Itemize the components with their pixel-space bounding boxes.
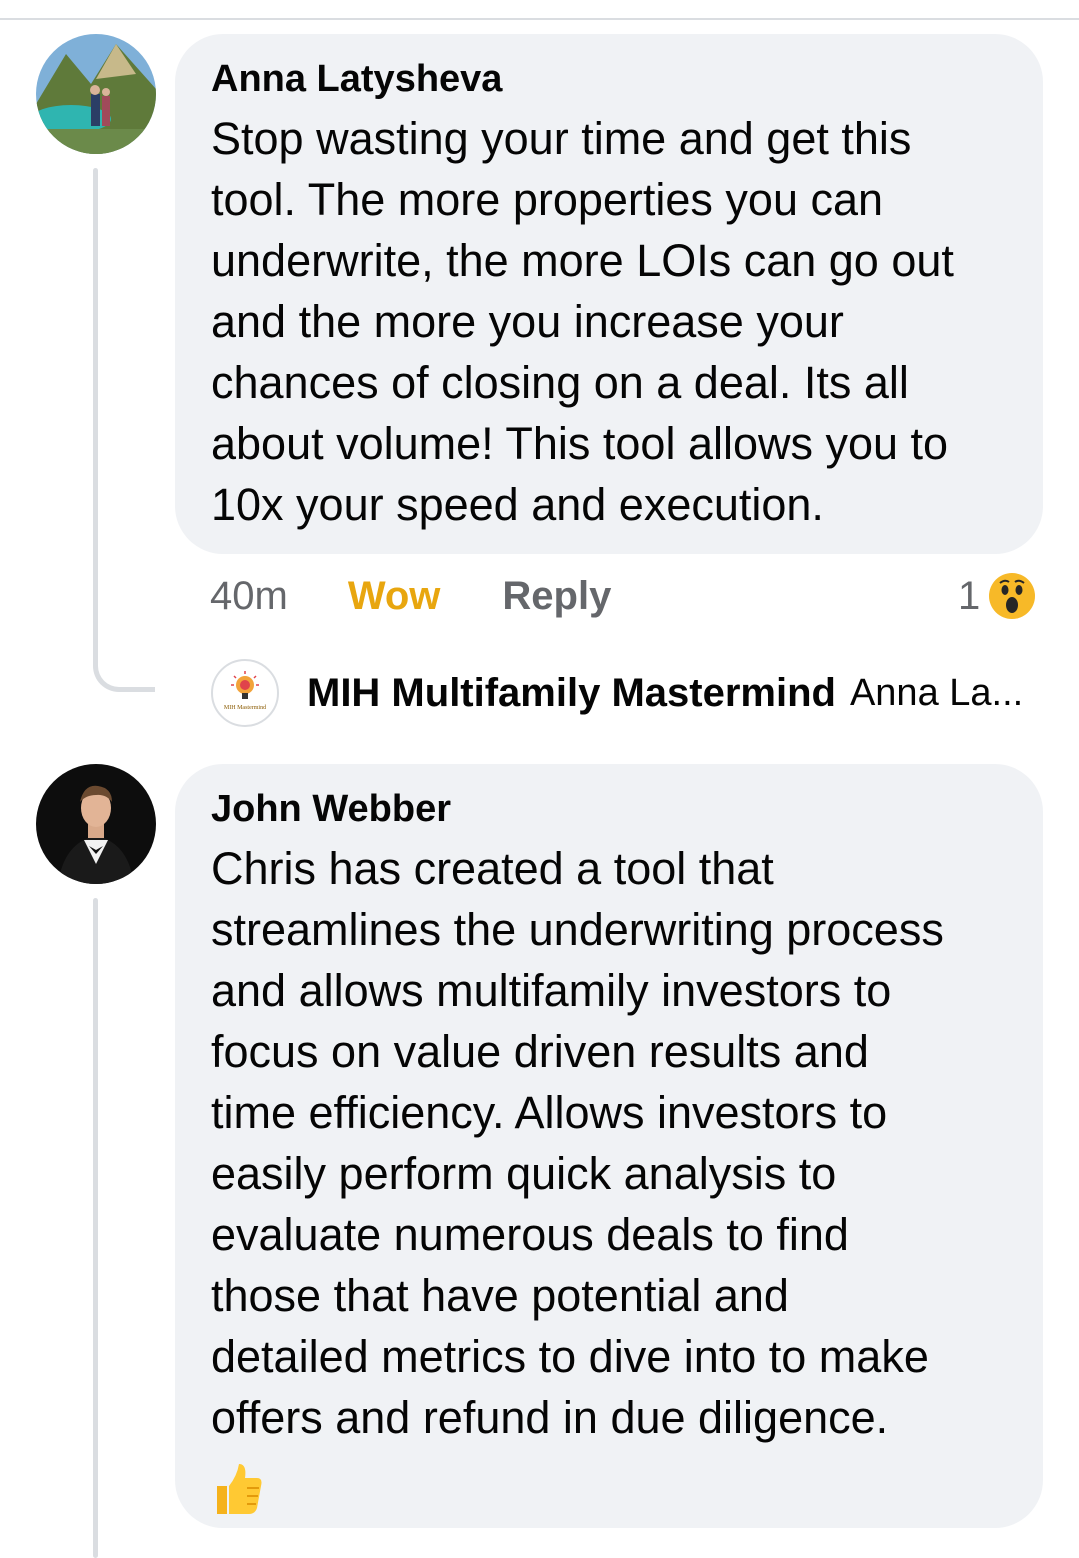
- comment-bubble: John Webber Chris has created a tool tha…: [175, 764, 1043, 1528]
- reaction-summary[interactable]: 1: [958, 568, 1036, 624]
- thread-line: [93, 898, 98, 1558]
- thread-line: [93, 168, 98, 638]
- comment-bubble: Anna Latysheva Stop wasting your time an…: [175, 34, 1043, 554]
- emoji: [211, 1460, 1023, 1523]
- logo-text: MIH Mastermind: [224, 705, 266, 711]
- comment-actions: 40m Wow Reply: [210, 568, 611, 624]
- reply-preview-text: Anna La...: [849, 671, 1024, 714]
- comment-timestamp[interactable]: 40m: [210, 574, 288, 619]
- avatar-landscape-photo: [36, 34, 156, 154]
- reaction-count: 1: [958, 573, 981, 618]
- brand-avatar[interactable]: MIH Mastermind: [211, 659, 279, 727]
- top-divider: [0, 18, 1079, 20]
- lightbulb-logo-icon: MIH Mastermind: [224, 671, 266, 711]
- avatar[interactable]: [36, 34, 156, 154]
- avatar-portrait-photo: [36, 764, 156, 884]
- comment-text: Chris has created a tool that streamline…: [211, 843, 944, 1443]
- thread-connector: [93, 630, 155, 692]
- wow-reaction-icon: [989, 573, 1036, 619]
- reply-preview[interactable]: MIH Mastermind MIH Multifamily Mastermin…: [211, 658, 1023, 728]
- comment-author[interactable]: Anna Latysheva: [211, 56, 1023, 102]
- reaction-button[interactable]: Wow: [348, 574, 441, 619]
- comment-author[interactable]: John Webber: [211, 786, 1023, 832]
- reply-author[interactable]: MIH Multifamily Mastermind: [307, 671, 836, 716]
- thumbs-up-icon: [217, 1464, 262, 1514]
- reply-button[interactable]: Reply: [502, 574, 611, 619]
- avatar[interactable]: [36, 764, 156, 884]
- comment-text: Stop wasting your time and get this tool…: [211, 113, 954, 530]
